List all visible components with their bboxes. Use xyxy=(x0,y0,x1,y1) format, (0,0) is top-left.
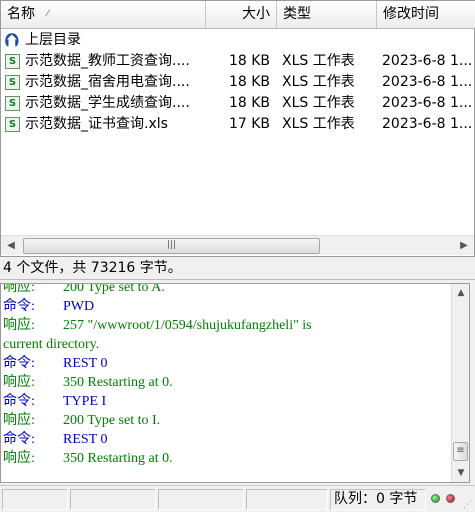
log-text: PWD xyxy=(63,299,95,314)
remote-file-list[interactable]: 名称 ⁄ 大小 类型 修改时间 ⮉ 上层目录 S 示范数据_教师工资查询....… xyxy=(0,0,475,257)
status-cell xyxy=(2,489,68,510)
log-line: 命令: REST 0 xyxy=(3,354,449,373)
file-row[interactable]: S 示范数据_教师工资查询.... 18 KB XLS 工作表 2023-6-8… xyxy=(1,51,475,72)
log-text: 200 Type set to I. xyxy=(63,413,161,428)
column-name-label: 名称 xyxy=(7,6,35,22)
log-line: 响应: 200 Type set to I. xyxy=(3,411,449,430)
file-modified: 2023-6-8 1... xyxy=(382,116,473,132)
resize-grip-icon[interactable]: ⋰ xyxy=(463,500,473,510)
file-type: XLS 工作表 xyxy=(282,53,355,69)
file-size: 17 KB xyxy=(228,116,270,132)
transfer-green-led-icon xyxy=(431,494,440,503)
log-label: 响应: xyxy=(3,283,35,295)
column-header-size[interactable]: 大小 xyxy=(206,1,277,28)
vertical-scrollbar[interactable]: ▲ ≡ ▼ xyxy=(451,284,469,482)
scroll-up-icon[interactable]: ▲ xyxy=(452,284,469,302)
column-modified-label: 修改时间 xyxy=(383,6,439,22)
log-text: 200 Type set to A. xyxy=(63,283,165,295)
xls-file-icon: S xyxy=(5,117,20,132)
transfer-red-led-icon xyxy=(446,494,455,503)
column-size-label: 大小 xyxy=(242,6,270,22)
file-row[interactable]: S 示范数据_证书查询.xls 17 KB XLS 工作表 2023-6-8 1… xyxy=(1,114,475,135)
log-label: 命令: xyxy=(3,356,35,371)
log-text: REST 0 xyxy=(63,356,108,371)
sort-indicator-icon: ⁄ xyxy=(47,9,49,19)
log-line: 命令: REST 0 xyxy=(3,430,449,449)
file-rows: ⮉ 上层目录 S 示范数据_教师工资查询.... 18 KB XLS 工作表 2… xyxy=(1,30,475,135)
file-type: XLS 工作表 xyxy=(282,74,355,90)
file-type: XLS 工作表 xyxy=(282,116,355,132)
horizontal-scroll-thumb[interactable]: ||| xyxy=(23,238,320,254)
xls-file-icon: S xyxy=(5,54,20,69)
log-text: 350 Restarting at 0. xyxy=(63,375,173,390)
xls-file-icon: S xyxy=(5,75,20,90)
log-label: 命令: xyxy=(3,299,35,314)
file-row[interactable]: S 示范数据_学生成绩查询.... 18 KB XLS 工作表 2023-6-8… xyxy=(1,93,475,114)
file-list-header: 名称 ⁄ 大小 类型 修改时间 xyxy=(1,1,475,29)
column-header-type[interactable]: 类型 xyxy=(277,1,377,28)
log-line: 响应: 350 Restarting at 0. xyxy=(3,373,449,392)
scroll-left-icon[interactable]: ◀ xyxy=(1,236,21,256)
xls-file-icon: S xyxy=(5,96,20,111)
file-size: 18 KB xyxy=(228,74,270,90)
status-cell xyxy=(158,489,244,510)
log-label: 命令: xyxy=(3,432,35,447)
vertical-scroll-thumb[interactable]: ≡ xyxy=(453,442,468,461)
log-line: 响应: 257 "/wwwroot/1/0594/shujukufangzheli… xyxy=(3,316,449,335)
column-header-name[interactable]: 名称 ⁄ xyxy=(1,1,206,28)
file-size: 18 KB xyxy=(228,53,270,69)
log-text: 257 "/wwwroot/1/0594/shujukufangzheli" i… xyxy=(63,318,312,333)
status-cell xyxy=(246,489,328,510)
log-label: 命令: xyxy=(3,394,35,409)
status-bar: 队列：0 字节 ⋰ xyxy=(0,485,475,512)
file-size: 18 KB xyxy=(228,95,270,111)
log-line: 命令: TYPE I xyxy=(3,392,449,411)
log-line: 响应: 350 Restarting at 0. xyxy=(3,449,449,468)
horizontal-scrollbar[interactable]: ◀ ||| ▶ xyxy=(1,235,474,255)
file-modified: 2023-6-8 1... xyxy=(382,95,473,111)
file-summary: 4 个文件，共 73216 字节。 xyxy=(0,257,475,280)
file-name: 示范数据_宿舍用电查询.... xyxy=(25,74,190,90)
log-line: 响应: 200 Type set to A. xyxy=(3,283,449,297)
status-cell xyxy=(70,489,156,510)
file-type: XLS 工作表 xyxy=(282,95,355,111)
up-arrow-icon: ⮉ xyxy=(5,30,19,51)
log-text: TYPE I xyxy=(63,394,107,409)
log-line: 命令: PWD xyxy=(3,297,449,316)
log-lines: 响应: 200 Type set to A. 命令: PWD 响应: 257 "/ww… xyxy=(3,283,449,468)
log-label: 响应: xyxy=(3,413,35,428)
queue-status: 队列：0 字节 xyxy=(330,489,426,510)
parent-directory-label: 上层目录 xyxy=(25,32,81,48)
scroll-down-icon[interactable]: ▼ xyxy=(452,464,469,482)
column-header-modified[interactable]: 修改时间 xyxy=(377,1,475,28)
log-text: REST 0 xyxy=(63,432,108,447)
parent-directory-row[interactable]: ⮉ 上层目录 xyxy=(1,30,475,51)
file-modified: 2023-6-8 1... xyxy=(382,53,473,69)
log-label: 响应: xyxy=(3,318,35,333)
file-name: 示范数据_教师工资查询.... xyxy=(25,53,190,69)
ftp-log-pane[interactable]: 响应: 200 Type set to A. 命令: PWD 响应: 257 "/ww… xyxy=(0,283,470,483)
scroll-right-icon[interactable]: ▶ xyxy=(454,236,474,256)
column-type-label: 类型 xyxy=(283,6,311,22)
log-text: current directory. xyxy=(3,337,100,352)
file-name: 示范数据_证书查询.xls xyxy=(25,116,168,132)
file-row[interactable]: S 示范数据_宿舍用电查询.... 18 KB XLS 工作表 2023-6-8… xyxy=(1,72,475,93)
log-text: 350 Restarting at 0. xyxy=(63,451,173,466)
log-label: 响应: xyxy=(3,375,35,390)
file-name: 示范数据_学生成绩查询.... xyxy=(25,95,190,111)
log-label: 响应: xyxy=(3,451,35,466)
log-line: current directory. xyxy=(3,335,449,354)
file-modified: 2023-6-8 1... xyxy=(382,74,473,90)
